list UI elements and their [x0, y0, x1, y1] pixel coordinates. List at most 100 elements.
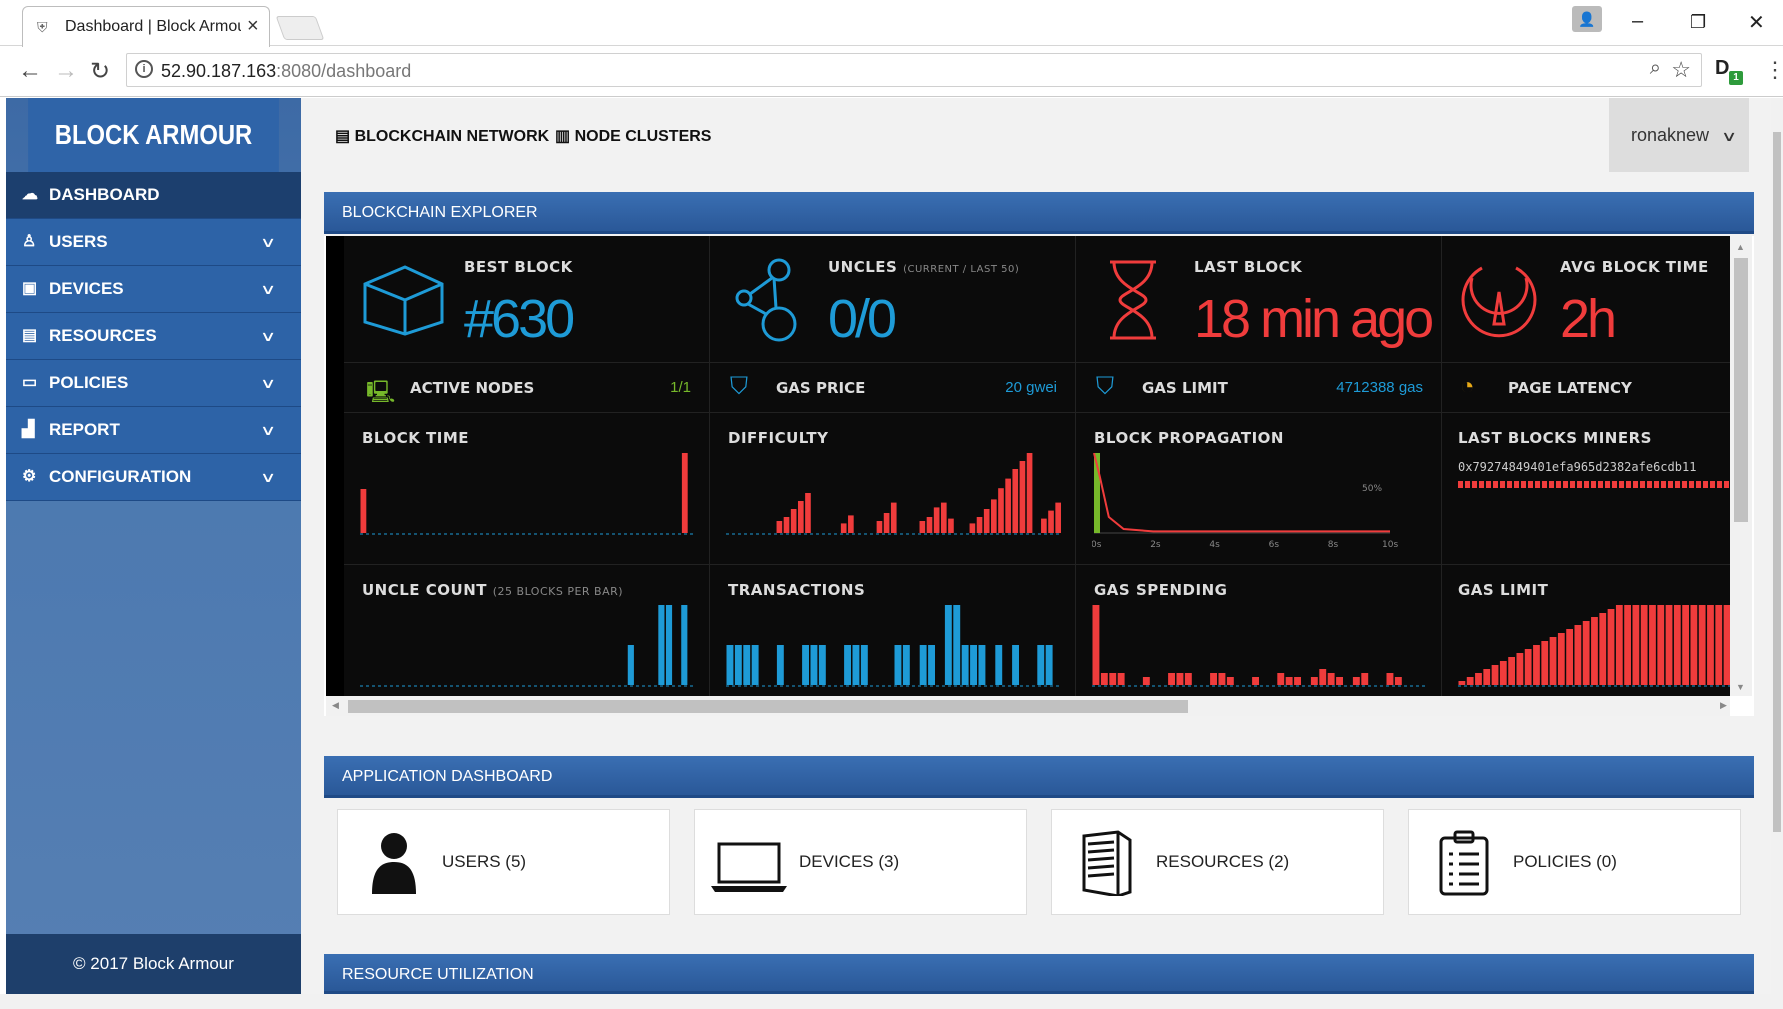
bar	[1557, 633, 1565, 685]
chevron-down-icon: ∨	[259, 375, 277, 391]
browser-menu-icon[interactable]: ⋮	[1764, 57, 1783, 83]
browser-tab[interactable]: ⛨ Dashboard | Block Armour ×	[22, 6, 270, 47]
gas-limit-stat-label: GAS LIMIT	[1142, 379, 1228, 397]
tick-label: 8s	[1328, 540, 1339, 550]
explorer-dashboard: BEST BLOCK #630 UNCLES (CURRENT / LAST 5…	[326, 236, 1730, 696]
bar	[1092, 605, 1100, 685]
devices-card[interactable]: DEVICES (3)	[694, 809, 1027, 915]
sidebar-item-dashboard[interactable]: ☁ DASHBOARD	[6, 172, 301, 219]
resources-card[interactable]: RESOURCES (2)	[1051, 809, 1384, 915]
sidebar-item-devices[interactable]: ▣ DEVICES ∨	[6, 266, 301, 313]
gas-spending-plot	[1092, 605, 1428, 687]
scrollbar-thumb[interactable]	[348, 700, 1188, 713]
uncle-count-chart: UNCLE COUNT (25 BLOCKS PER BAR)	[344, 565, 710, 696]
bar	[860, 645, 868, 685]
chevron-down-icon: ∨	[1720, 128, 1738, 144]
extension-badge: 1	[1729, 71, 1743, 85]
laptop-icon	[711, 842, 787, 892]
reload-icon[interactable]: ↻	[90, 57, 110, 86]
bar	[1210, 673, 1217, 685]
monitor-icon: ▣	[22, 280, 38, 297]
blockchain-explorer: BEST BLOCK #630 UNCLES (CURRENT / LAST 5…	[324, 236, 1754, 716]
chevron-down-icon: ∨	[259, 328, 277, 344]
gas-limit-stat-cell: ⛉ GAS LIMIT 4712388 gas	[1076, 363, 1442, 413]
scrollbar-thumb[interactable]	[1734, 258, 1748, 522]
new-tab-button[interactable]	[275, 16, 325, 40]
chevron-down-icon: ∨	[259, 469, 277, 485]
bar	[1176, 673, 1184, 685]
bar	[734, 645, 742, 685]
bar	[627, 645, 634, 685]
bookmark-star-icon[interactable]: ☆	[1671, 57, 1691, 83]
bar	[1019, 461, 1026, 533]
bar	[805, 493, 811, 533]
back-icon[interactable]: ←	[18, 57, 42, 85]
gas-price-cell: ⛉ GAS PRICE 20 gwei	[710, 363, 1076, 413]
sidebar: BLOCK ARMOUR ☁ DASHBOARD ♙ USERS ∨ ▣ DEVICES…	[6, 98, 301, 994]
bar	[1218, 673, 1226, 685]
address-bar-row: ← → ↻ i 52.90.187.163:8080/dashboard ⌕ ☆…	[0, 47, 1783, 97]
avg-block-time-label: AVG BLOCK TIME	[1560, 258, 1709, 276]
sidebar-item-policies[interactable]: ▭ POLICIES ∨	[6, 360, 301, 407]
policies-card[interactable]: POLICIES (0)	[1408, 809, 1741, 915]
difficulty-chart: DIFFICULTY	[710, 413, 1076, 565]
explorer-horizontal-scrollbar[interactable]: ◀ ▶	[326, 696, 1730, 716]
users-card[interactable]: USERS (5)	[337, 809, 670, 915]
sidebar-item-users[interactable]: ♙ USERS ∨	[6, 219, 301, 266]
bar	[1048, 510, 1054, 533]
bar	[1591, 617, 1598, 685]
bar	[1109, 673, 1117, 685]
page-latency-cell: ◔ PAGE LATENCY	[1442, 363, 1730, 413]
bar	[876, 521, 883, 533]
forward-icon[interactable]: →	[54, 57, 78, 85]
explorer-vertical-scrollbar[interactable]: ▲ ▼	[1730, 236, 1752, 696]
username: ronaknew	[1631, 125, 1710, 145]
uncle-count-title: UNCLE COUNT (25 BLOCKS PER BAR)	[362, 581, 624, 599]
close-tab-icon[interactable]: ×	[247, 15, 259, 38]
scrollbar-thumb[interactable]	[1773, 132, 1781, 832]
miner-address: 0x79274849401efa965d2382afe6cdb11	[1458, 460, 1697, 474]
close-window-icon[interactable]: ✕	[1748, 10, 1765, 35]
extension-icon[interactable]: D1	[1715, 57, 1743, 85]
blockchain-explorer-header: BLOCKCHAIN EXPLORER	[324, 192, 1754, 234]
policies-count-label: POLICIES (0)	[1513, 852, 1617, 871]
bar	[1640, 605, 1648, 685]
restore-icon[interactable]: ❐	[1690, 12, 1706, 33]
sidebar-item-resources[interactable]: ▤ RESOURCES ∨	[6, 313, 301, 360]
bar	[1632, 605, 1640, 685]
sidebar-item-configuration[interactable]: ⚙ CONFIGURATION ∨	[6, 454, 301, 501]
bar	[1665, 605, 1673, 685]
page-latency-label: PAGE LATENCY	[1508, 379, 1632, 397]
bar	[1657, 605, 1665, 685]
bar	[976, 517, 983, 533]
url-input[interactable]: i 52.90.187.163:8080/dashboard ⌕ ☆	[126, 53, 1702, 87]
transactions-plot	[726, 605, 1062, 687]
logo[interactable]: BLOCK ARMOUR	[28, 98, 279, 172]
bar	[1582, 621, 1590, 685]
node-clusters-link[interactable]: ▥ NODE CLUSTERS	[555, 126, 711, 146]
blockchain-network-link[interactable]: ▤ BLOCKCHAIN NETWORK	[335, 126, 549, 146]
bar	[797, 501, 804, 533]
gas-limit-stat-value: 4712388 gas	[1336, 379, 1423, 396]
block-propagation-title: BLOCK PROPAGATION	[1094, 429, 1284, 447]
page-vertical-scrollbar[interactable]	[1771, 98, 1783, 994]
bar	[1005, 478, 1011, 533]
block-time-title: BLOCK TIME	[362, 429, 470, 447]
bar	[1673, 605, 1681, 685]
bar	[1491, 665, 1499, 685]
user-menu[interactable]: ronaknew ∨	[1609, 98, 1749, 172]
minimize-icon[interactable]: –	[1632, 10, 1643, 33]
bar	[1707, 605, 1714, 685]
uncle-count-plot	[360, 605, 696, 687]
difficulty-title: DIFFICULTY	[728, 429, 829, 447]
sidebar-item-report[interactable]: ▟ REPORT ∨	[6, 407, 301, 454]
profile-icon[interactable]: 👤	[1572, 6, 1602, 32]
block-time-plot	[360, 453, 696, 535]
bar	[944, 605, 952, 685]
transactions-chart: TRANSACTIONS	[710, 565, 1076, 696]
info-icon[interactable]: i	[135, 60, 153, 78]
bar	[681, 453, 688, 533]
page-horizontal-scrollbar[interactable]	[0, 994, 1783, 1009]
zoom-icon[interactable]: ⌕	[1650, 57, 1661, 80]
person-icon	[372, 833, 416, 894]
